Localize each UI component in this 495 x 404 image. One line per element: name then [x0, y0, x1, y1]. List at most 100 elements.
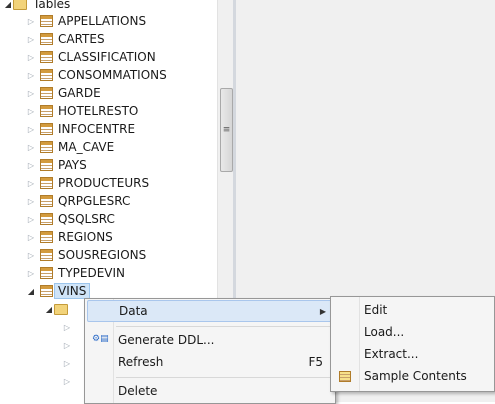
tree-node-table[interactable]: ▷ INFOCENTRE [26, 120, 135, 138]
tree-node-table[interactable]: ▷ REGIONS [26, 228, 113, 246]
table-name: GARDE [58, 86, 101, 100]
submenu-item-edit[interactable]: Edit [333, 299, 492, 321]
table-name: CARTES [58, 32, 105, 46]
submenu-item-extract[interactable]: Extract... [333, 343, 492, 365]
tree-node-table[interactable]: ▷ CLASSIFICATION [26, 48, 156, 66]
collapsed-arrow-icon[interactable]: ▷ [26, 30, 36, 48]
table-icon [40, 51, 53, 63]
menu-item-label: Delete [118, 384, 158, 398]
table-icon [40, 15, 53, 27]
submenu-arrow-icon: ▶ [319, 306, 326, 316]
expanded-arrow-icon[interactable]: ◢ [26, 282, 36, 300]
tree-node-table[interactable]: ▷ CONSOMMATIONS [26, 66, 167, 84]
tree-node-child[interactable]: ▷ [62, 372, 72, 390]
table-icon [40, 159, 53, 171]
collapsed-arrow-icon[interactable]: ▷ [26, 246, 36, 264]
menu-separator [116, 377, 333, 378]
tree-node-table[interactable]: ▷ TYPEDEVIN [26, 264, 125, 282]
table-icon [40, 33, 53, 45]
menu-item-label: Generate DDL... [118, 333, 215, 347]
collapsed-arrow-icon[interactable]: ▷ [26, 12, 36, 30]
tree-node-table[interactable]: ▷ GARDE [26, 84, 101, 102]
collapsed-arrow-icon[interactable]: ▷ [26, 48, 36, 66]
table-icon [40, 105, 53, 117]
table-icon [40, 267, 53, 279]
table-icon [40, 285, 53, 297]
collapsed-arrow-icon[interactable]: ▷ [26, 210, 36, 228]
table-icon [40, 177, 53, 189]
table-name: VINS [53, 283, 91, 299]
expanded-arrow-icon[interactable]: ◢ [44, 300, 54, 318]
collapsed-arrow-icon[interactable]: ▷ [26, 138, 36, 156]
collapsed-arrow-icon[interactable]: ▷ [26, 192, 36, 210]
folder-icon [13, 0, 27, 10]
tree-node-table[interactable]: ▷ HOTELRESTO [26, 102, 138, 120]
sample-contents-icon [339, 370, 351, 382]
collapsed-arrow-icon[interactable]: ▷ [26, 66, 36, 84]
folder-icon [54, 303, 68, 315]
submenu-item-sample-contents[interactable]: Sample Contents [333, 365, 492, 387]
table-icon [40, 69, 53, 81]
table-icon [40, 87, 53, 99]
collapsed-arrow-icon[interactable]: ▷ [62, 372, 72, 390]
table-name: APPELLATIONS [58, 14, 147, 28]
table-icon [40, 195, 53, 207]
tree-node-child[interactable]: ▷ [62, 318, 72, 336]
menu-item-generate-ddl[interactable]: ⚙▤ Generate DDL... [87, 329, 333, 351]
menu-item-label: Load... [364, 325, 405, 339]
table-name: HOTELRESTO [58, 104, 139, 118]
collapsed-arrow-icon[interactable]: ▷ [26, 120, 36, 138]
tree-node-table[interactable]: ▷ PRODUCTEURS [26, 174, 149, 192]
tree-node-table[interactable]: ▷ APPELLATIONS [26, 12, 146, 30]
tree-node-child[interactable]: ▷ [62, 354, 72, 372]
table-name: PAYS [58, 158, 87, 172]
menu-item-label: Sample Contents [364, 369, 467, 383]
table-name: QRPGLESRC [58, 194, 131, 208]
table-icon [40, 213, 53, 225]
tree-node-table[interactable]: ▷ CARTES [26, 30, 105, 48]
context-menu: Data ▶ ⚙▤ Generate DDL... Refresh F5 Del… [84, 298, 336, 404]
menu-item-label: Extract... [364, 347, 419, 361]
table-name: REGIONS [58, 230, 113, 244]
tree-node-child-folder[interactable]: ◢ [44, 300, 74, 318]
collapsed-arrow-icon[interactable]: ▷ [26, 264, 36, 282]
tree-node-table[interactable]: ▷ QSQLSRC [26, 210, 115, 228]
collapsed-arrow-icon[interactable]: ▷ [26, 174, 36, 192]
tree-node-label: Tables [33, 0, 71, 11]
collapsed-arrow-icon[interactable]: ▷ [26, 228, 36, 246]
expanded-arrow-icon[interactable]: ◢ [3, 0, 13, 13]
table-name: PRODUCTEURS [58, 176, 150, 190]
menu-item-data[interactable]: Data ▶ [87, 300, 333, 322]
collapsed-arrow-icon[interactable]: ▷ [62, 354, 72, 372]
tree-node-table[interactable]: ▷ PAYS [26, 156, 87, 174]
tree-node-child[interactable]: ▷ [62, 336, 72, 354]
table-icon [40, 141, 53, 153]
collapsed-arrow-icon[interactable]: ▷ [62, 318, 72, 336]
tree-node-table[interactable]: ▷ SOUSREGIONS [26, 246, 146, 264]
menu-item-label: Edit [364, 303, 388, 317]
table-name: CLASSIFICATION [58, 50, 156, 64]
collapsed-arrow-icon[interactable]: ▷ [26, 102, 36, 120]
collapsed-arrow-icon[interactable]: ▷ [62, 336, 72, 354]
scrollbar-thumb[interactable]: ≡ [220, 88, 233, 172]
menu-item-label: Refresh [118, 355, 164, 369]
collapsed-arrow-icon[interactable]: ▷ [26, 156, 36, 174]
menu-item-refresh[interactable]: Refresh F5 [87, 351, 333, 373]
menu-item-shortcut: F5 [308, 355, 323, 369]
table-icon [40, 249, 53, 261]
data-submenu: Edit Load... Extract... Sample Contents [330, 296, 495, 392]
table-name: INFOCENTRE [58, 122, 136, 136]
collapsed-arrow-icon[interactable]: ▷ [26, 84, 36, 102]
submenu-item-load[interactable]: Load... [333, 321, 492, 343]
tree-node-table[interactable]: ▷ QRPGLESRC [26, 192, 130, 210]
table-name: QSQLSRC [58, 212, 115, 226]
table-name: CONSOMMATIONS [58, 68, 167, 82]
tree-node-table-selected[interactable]: ◢ VINS [26, 282, 91, 300]
menu-item-label: Data [119, 304, 148, 318]
table-name: MA_CAVE [58, 140, 115, 154]
tree-node-table[interactable]: ▷ MA_CAVE [26, 138, 114, 156]
table-icon [40, 123, 53, 135]
table-icon [40, 231, 53, 243]
generate-ddl-icon: ⚙▤ [92, 334, 109, 344]
menu-item-delete[interactable]: Delete [87, 380, 333, 402]
